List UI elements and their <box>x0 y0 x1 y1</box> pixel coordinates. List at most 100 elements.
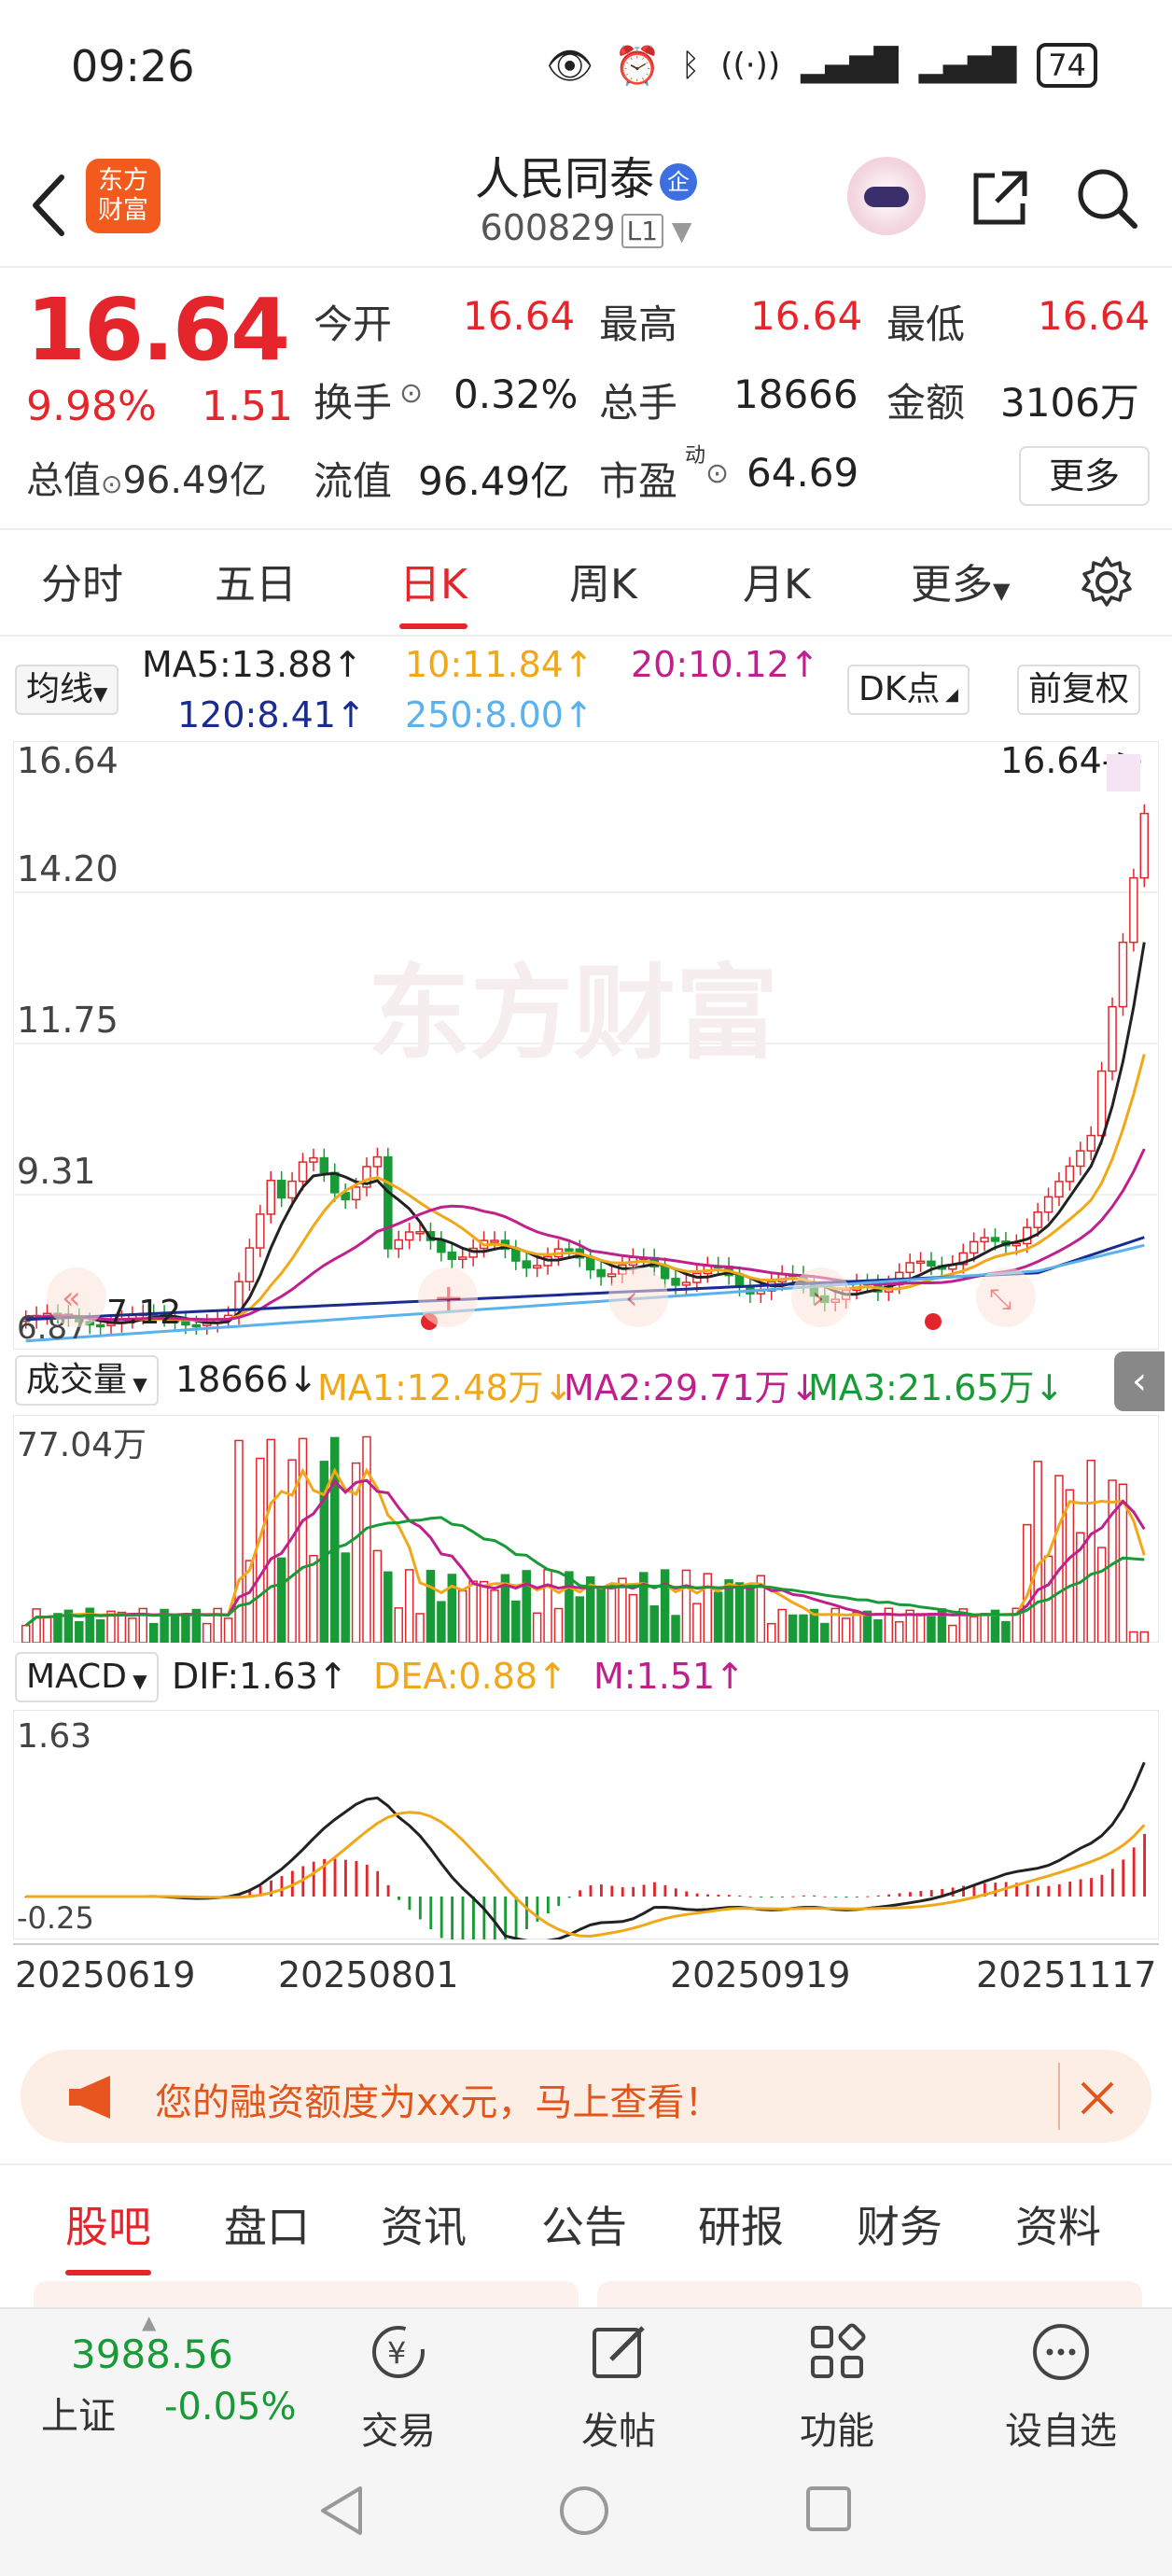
info-icon[interactable]: ⊙ <box>101 469 122 499</box>
info-icon[interactable]: ⊙ <box>705 457 729 490</box>
macd-selector[interactable]: MACD ▼ <box>15 1652 159 1702</box>
tab-pankou[interactable]: 盘口 <box>224 2193 310 2255</box>
nav-trade[interactable]: ¥ 交易 <box>328 2318 468 2455</box>
tab-more[interactable]: 更多▼ <box>911 551 1010 610</box>
volume-chart[interactable]: 77.04万 <box>13 1415 1159 1643</box>
ma-selector[interactable]: 均线▼ <box>15 665 119 715</box>
tab-news[interactable]: 资讯 <box>381 2193 467 2255</box>
event-dot[interactable] <box>925 1313 942 1330</box>
plus-icon: + <box>433 1277 465 1320</box>
adjust-button[interactable]: 前复权 <box>1017 665 1141 715</box>
level-badge: L1 <box>621 214 664 248</box>
volume-bar <box>841 1617 851 1643</box>
share-icon[interactable] <box>967 164 1034 231</box>
macd-bar <box>610 1885 614 1897</box>
nav-watchlist[interactable]: 设自选 <box>991 2318 1131 2455</box>
macd-bar <box>1068 1882 1072 1897</box>
system-recents-icon[interactable] <box>804 2485 853 2533</box>
tab-daily-k[interactable]: 日K <box>399 551 467 629</box>
alarm-icon: ⏰ <box>614 44 661 88</box>
system-back-icon[interactable] <box>315 2483 368 2539</box>
stock-code: 600829 <box>480 207 616 248</box>
tab-five-day[interactable]: 五日 <box>215 551 297 610</box>
volume-selector[interactable]: 成交量 ▼ <box>15 1355 159 1406</box>
candle <box>309 1156 318 1163</box>
low-value: 16.64 <box>1038 293 1151 339</box>
dk-label: DK点 <box>858 670 941 708</box>
ma20-value: 20:10.12↑ <box>631 644 819 685</box>
search-icon[interactable] <box>1073 164 1140 231</box>
volume-bar <box>1086 1460 1095 1643</box>
kline-chart[interactable]: 东方财富 16.64 14.20 11.75 9.31 6.87 16.64->… <box>13 741 1159 1350</box>
volume-bar <box>42 1616 52 1643</box>
index-widget[interactable]: ▲ 3988.56 上证 -0.05% <box>19 2311 299 2442</box>
tab-research[interactable]: 研报 <box>698 2193 784 2255</box>
volume-bar <box>565 1571 574 1643</box>
tab-announcement[interactable]: 公告 <box>541 2193 627 2255</box>
battery-icon: 74 <box>1037 43 1097 88</box>
turnover-value: 0.32% <box>453 371 579 417</box>
nav-post[interactable]: 发帖 <box>549 2318 689 2455</box>
date-1: 20250619 <box>15 1954 196 1995</box>
candle <box>415 1231 425 1235</box>
info-icon[interactable]: ⊙ <box>399 377 423 410</box>
tab-fenshi[interactable]: 分时 <box>41 551 123 610</box>
macd-bar <box>451 1897 454 1939</box>
watermark: 东方财富 <box>368 954 778 1073</box>
macd-bar <box>386 1884 390 1897</box>
system-nav-bar <box>0 2447 1172 2576</box>
candle <box>905 1262 914 1274</box>
tab-profile[interactable]: 资料 <box>1015 2193 1101 2255</box>
tab-guba[interactable]: 股吧 <box>65 2193 151 2275</box>
volume-bar <box>181 1614 190 1643</box>
float-value: 96.49亿 <box>418 458 570 504</box>
macd-bar <box>685 1891 689 1897</box>
float-value-label: 流值 <box>314 458 393 504</box>
nav-functions[interactable]: 功能 <box>767 2318 907 2455</box>
candle <box>244 1247 255 1282</box>
grid-icon <box>811 2323 866 2378</box>
close-icon[interactable] <box>1079 2079 1116 2117</box>
volume-bar <box>895 1620 904 1643</box>
collapse-panel-button[interactable]: ‹ <box>1114 1351 1165 1411</box>
volume-bar <box>1022 1523 1032 1643</box>
tab-weekly-k[interactable]: 周K <box>569 551 637 610</box>
volume-bar <box>1065 1489 1075 1643</box>
dk-button[interactable]: DK点 ◢ <box>847 665 970 715</box>
scroll-prev-button[interactable] <box>608 1267 668 1327</box>
macd-bar <box>919 1891 923 1897</box>
volume-bar <box>223 1617 233 1643</box>
financing-banner[interactable]: 您的融资额度为xx元，马上查看！ <box>21 2050 1151 2143</box>
expand-icon: ⤡ <box>989 1283 1012 1316</box>
tab-finance[interactable]: 财务 <box>857 2193 942 2255</box>
macd-y-top: 1.63 <box>17 1717 91 1756</box>
candle <box>1139 812 1150 879</box>
macd-bar <box>376 1870 380 1897</box>
macd-bar <box>1100 1874 1104 1897</box>
banner-divider <box>1058 2063 1060 2130</box>
macd-bar <box>1026 1884 1029 1897</box>
change-percent: 9.98% <box>26 383 157 430</box>
gear-icon[interactable] <box>1079 554 1135 610</box>
tab-monthly-k[interactable]: 月K <box>743 551 811 610</box>
bottom-nav: ▲ 3988.56 上证 -0.05% ¥ 交易 发帖 功能 设自选 <box>0 2307 1172 2453</box>
macd-chart[interactable]: 1.63 -0.25 <box>13 1710 1159 1939</box>
trade-icon: ¥ <box>372 2326 425 2378</box>
more-button[interactable]: 更多 <box>1019 446 1150 506</box>
candle <box>266 1180 275 1215</box>
change-amount: 1.51 <box>202 383 293 430</box>
volume-bar <box>948 1624 957 1643</box>
volume-bar <box>415 1613 425 1643</box>
macd-bar <box>674 1888 677 1897</box>
volume-bar <box>820 1622 830 1643</box>
candle <box>287 1180 297 1199</box>
system-home-icon[interactable] <box>558 2485 610 2537</box>
macd-bar <box>909 1892 912 1897</box>
candle <box>1108 1005 1117 1072</box>
ai-assistant-icon[interactable] <box>847 157 926 235</box>
turnover-label: 换手 <box>314 380 393 426</box>
volume-bar <box>671 1615 680 1643</box>
macd-bar <box>1037 1885 1039 1897</box>
candle <box>276 1180 286 1199</box>
candle <box>191 1323 202 1328</box>
